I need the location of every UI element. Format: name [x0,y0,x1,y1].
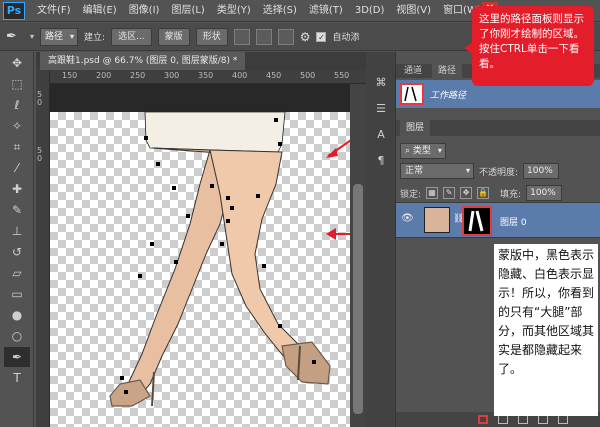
paragraph-icon[interactable]: ¶ [370,150,392,170]
path-name: 工作路径 [430,91,467,101]
path-alignment-icon[interactable] [255,28,272,45]
annotation-note: 蒙版中，黑色表示隐藏、白色表示显示！所以，你看到的只有“大腿”部分，而其他区域其… [494,244,598,416]
menu-view[interactable]: 视图(V) [390,0,437,22]
menu-edit[interactable]: 编辑(E) [77,0,123,22]
eye-icon[interactable]: 👁 [401,213,414,224]
trash-icon[interactable] [558,415,568,424]
fill-label: 填充: [500,189,522,200]
ruler-number: 300 [164,71,180,80]
scrollbar-thumb[interactable] [353,184,363,414]
layer-row[interactable]: 👁 ⛓ 图层 0 [396,202,600,238]
lock-transparent-icon[interactable]: ▦ [426,187,439,199]
ruler-number: 350 [198,71,214,80]
menu-3d[interactable]: 3D(D) [349,0,391,22]
ruler-number: 450 [266,71,282,80]
lasso-tool-icon[interactable]: ℓ [4,95,30,115]
blend-mode-select[interactable]: 正常 [400,163,474,179]
ruler-number: 500 [300,71,316,80]
layers-panel-header: 图层 [396,120,600,136]
gear-icon[interactable]: ⚙ [300,30,311,44]
history-icon[interactable]: ⌘ [370,72,392,92]
eraser-tool-icon[interactable]: ▱ [4,263,30,283]
healing-brush-tool-icon[interactable]: ✚ [4,179,30,199]
tab-channels[interactable]: 通道 [398,64,428,78]
history-brush-tool-icon[interactable]: ↺ [4,242,30,262]
ruler-number: 150 [62,71,78,80]
menu-layer[interactable]: 图层(L) [165,0,210,22]
magic-wand-tool-icon[interactable]: ✧ [4,116,30,136]
clone-stamp-tool-icon[interactable]: ⊥ [4,221,30,241]
properties-icon[interactable]: ☰ [370,98,392,118]
ruler-number: 250 [130,71,146,80]
layers-filter-row: ⌕ 类型 [400,142,446,160]
path-operations-icon[interactable] [233,28,250,45]
layer-name: 图层 0 [500,218,527,228]
fill-field[interactable]: 100% [526,185,563,201]
document-canvas[interactable] [50,84,350,427]
make-selection-button[interactable]: 选区... [111,27,152,46]
layer-filter-select[interactable]: ⌕ 类型 [400,143,446,159]
ruler-number: 0 [37,98,43,107]
dodge-tool-icon[interactable]: ○ [4,326,30,346]
tool-preset-chevron-icon[interactable]: ▾ [30,32,34,41]
path-arrange-icon[interactable] [277,28,294,45]
opacity-label: 不透明度: [479,167,519,178]
vertical-ruler: 5 0 5 0 [36,70,50,427]
menu-filter[interactable]: 滤镜(T) [303,0,349,22]
lock-position-icon[interactable]: ✥ [460,187,473,199]
blend-row: 正常 不透明度: 100% [400,162,560,180]
tool-mode-select[interactable]: 路径 [40,27,79,46]
tools-panel: ✥ ⬚ ℓ ✧ ⌗ ⁄ ✚ ✎ ⊥ ↺ ▱ ▭ ● ○ ✒ T [0,52,34,427]
group-folder-icon[interactable] [518,415,528,424]
crop-tool-icon[interactable]: ⌗ [4,137,30,157]
document-tab[interactable]: 高跟鞋1.psd @ 66.7% (图层 0, 图层蒙版/8) * [40,52,246,70]
menu-image[interactable]: 图像(I) [123,0,166,22]
auto-add-label: 自动添 [332,33,360,43]
ruler-number: 400 [232,71,248,80]
ruler-number: 200 [96,71,112,80]
menu-type[interactable]: 类型(Y) [211,0,257,22]
build-label: 建立: [84,33,106,43]
path-thumbnail [400,83,424,105]
layer-filter-value: 类型 [412,146,431,156]
new-layer-icon[interactable] [538,415,548,424]
menu-file[interactable]: 文件(F) [31,0,77,22]
gradient-tool-icon[interactable]: ▭ [4,284,30,304]
lock-row: 锁定: ▦ ✎ ✥ 🔒 填充: 100% [400,184,563,202]
legs-image [109,111,350,407]
layer-thumbnail[interactable] [424,207,450,233]
pen-tool-icon[interactable]: ✒ [6,29,24,44]
move-tool-icon[interactable]: ✥ [4,53,30,73]
opacity-field[interactable]: 100% [523,163,560,179]
search-icon: ⌕ [405,146,413,156]
layer-mask-thumbnail[interactable] [462,206,492,236]
pen-tool-icon-active[interactable]: ✒ [4,347,30,367]
brush-tool-icon[interactable]: ✎ [4,200,30,220]
menu-select[interactable]: 选择(S) [257,0,303,22]
auto-add-checkbox[interactable]: ✓ [316,31,327,42]
document-tab-bar: 高跟鞋1.psd @ 66.7% (图层 0, 图层蒙版/8) * [36,52,366,70]
tab-paths[interactable]: 路径 [432,64,463,78]
canvas-scrollbar[interactable] [350,84,366,427]
collapsed-panel-strip: ⌘ ☰ A ¶ [366,52,396,427]
make-mask-button[interactable]: 蒙版 [157,27,190,46]
horizontal-ruler: 150 200 250 300 350 400 450 500 550 [50,70,366,84]
marquee-tool-icon[interactable]: ⬚ [4,74,30,94]
ruler-number: 550 [334,71,350,80]
make-shape-button[interactable]: 形状 [195,27,228,46]
lock-label: 锁定: [400,189,422,200]
tab-layers[interactable]: 图层 [400,120,431,136]
adjustment-layer-icon[interactable] [498,415,508,424]
lock-image-icon[interactable]: ✎ [443,187,456,199]
blur-tool-icon[interactable]: ● [4,305,30,325]
ruler-number: 0 [37,154,43,163]
photoshop-logo: Ps [3,1,25,20]
annotation-callout: 这里的路径面板则显示了你刚才绘制的区域。按住CTRL单击一下看看。 [464,6,594,86]
eyedropper-tool-icon[interactable]: ⁄ [4,158,30,178]
character-icon[interactable]: A [370,124,392,144]
add-mask-icon[interactable] [478,415,488,424]
type-tool-icon[interactable]: T [4,368,30,388]
lock-all-icon[interactable]: 🔒 [477,187,490,199]
